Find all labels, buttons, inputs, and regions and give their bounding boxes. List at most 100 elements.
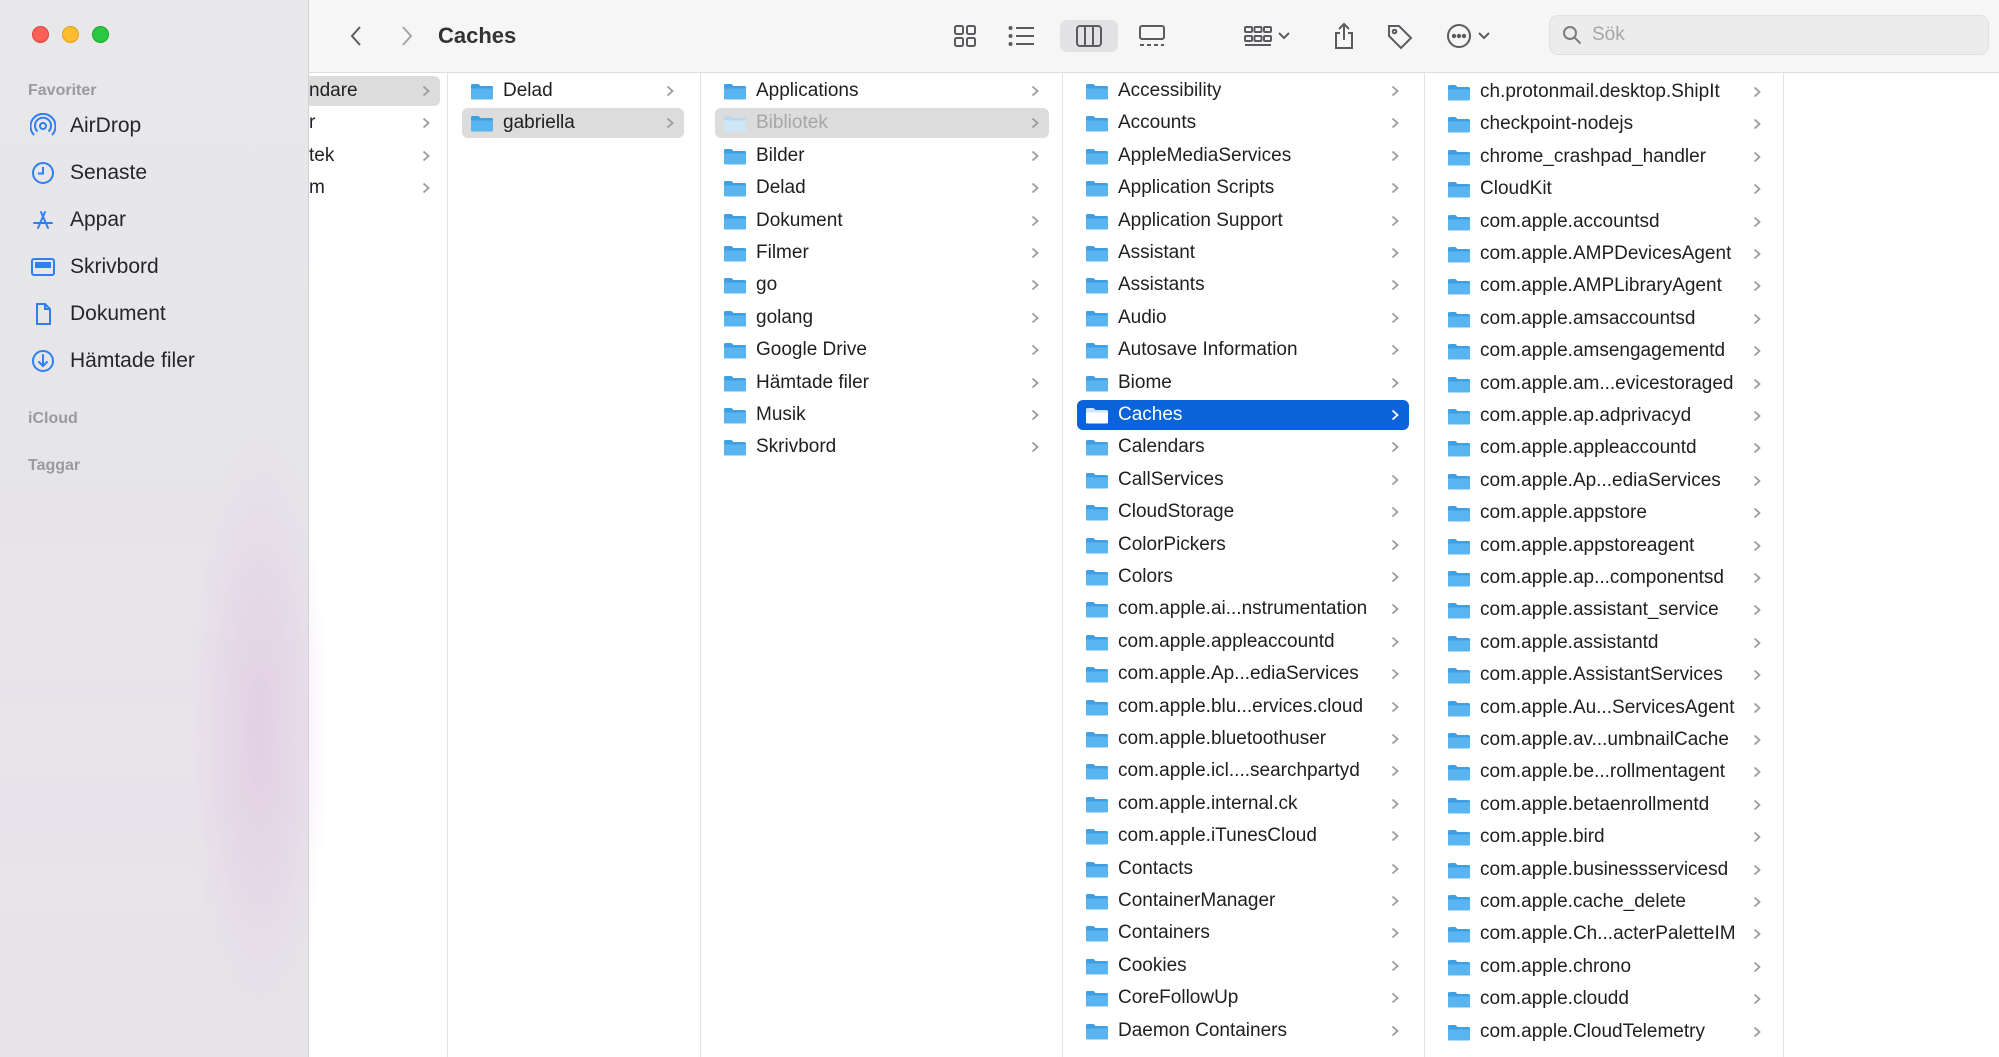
list-view-button[interactable] [1002,20,1042,52]
list-item[interactable]: Musik [715,400,1049,430]
list-item[interactable]: Bilder [715,141,1049,171]
list-item[interactable]: com.apple.Ap...ediaServices [1439,466,1771,496]
minimize-button[interactable] [62,26,79,43]
list-item[interactable]: tek [309,141,440,171]
sidebar-item-airdrop[interactable]: AirDrop [30,108,141,144]
list-item[interactable]: CoreFollowUp [1077,983,1409,1013]
list-item[interactable]: com.apple.amsengagementd [1439,336,1771,366]
list-item[interactable]: ColorPickers [1077,530,1409,560]
icloud-header[interactable]: iCloud [28,410,78,428]
list-item[interactable]: AppleMediaServices [1077,141,1409,171]
list-item[interactable]: Cookies [1077,951,1409,981]
list-item[interactable]: com.apple.chrono [1439,952,1771,982]
list-item[interactable]: com.apple.be...rollmentagent [1439,757,1771,787]
list-item[interactable]: ch.protonmail.desktop.ShipIt [1439,77,1771,107]
list-item[interactable]: Application Scripts [1077,173,1409,203]
list-item[interactable]: Applications [715,76,1049,106]
column-2[interactable]: Delad gabriella [448,73,701,1057]
list-item[interactable]: com.apple.internal.ck [1077,789,1409,819]
list-item[interactable]: com.apple.av...umbnailCache [1439,725,1771,755]
column-3[interactable]: Applications Bibliotek Bilder Delad Dokument… [701,73,1063,1057]
list-item[interactable]: m [309,173,440,203]
list-item[interactable]: CloudStorage [1077,497,1409,527]
sidebar-item-senaste[interactable]: Senaste [30,155,147,191]
list-item[interactable]: Contacts [1077,854,1409,884]
list-item[interactable]: com.apple.Au...ServicesAgent [1439,693,1771,723]
list-item[interactable]: com.apple.cloudd [1439,984,1771,1014]
tag-button[interactable] [1382,20,1418,52]
list-item[interactable]: Accounts [1077,108,1409,138]
list-item[interactable]: com.apple.appleaccountd [1077,627,1409,657]
list-item[interactable]: Accessibility [1077,76,1409,106]
search-field[interactable] [1549,15,1989,55]
list-item[interactable]: com.apple.accountsd [1439,207,1771,237]
column-view-button[interactable] [1060,20,1118,52]
list-item[interactable]: go [715,270,1049,300]
list-item[interactable]: com.apple.ap.adprivacyd [1439,401,1771,431]
list-item[interactable]: Colors [1077,562,1409,592]
tags-header[interactable]: Taggar [28,457,80,475]
list-item[interactable]: Biome [1077,368,1409,398]
more-actions-button[interactable] [1440,20,1496,52]
gallery-view-button[interactable] [1131,20,1173,52]
list-item[interactable]: com.apple.am...evicestoraged [1439,369,1771,399]
list-item[interactable]: com.apple.assistantd [1439,628,1771,658]
list-item[interactable]: com.apple.bluetoothuser [1077,724,1409,754]
share-button[interactable] [1326,20,1362,52]
list-item[interactable]: Assistant [1077,238,1409,268]
list-item[interactable]: Bibliotek [715,108,1049,139]
list-item[interactable]: com.apple.businessservicesd [1439,855,1771,885]
list-item[interactable]: chrome_crashpad_handler [1439,142,1771,172]
list-item[interactable]: gabriella [462,108,684,139]
list-item[interactable]: com.apple.icl....searchpartyd [1077,756,1409,786]
list-item[interactable]: golang [715,303,1049,333]
list-item[interactable]: com.apple.Ap...ediaServices [1077,659,1409,689]
close-button[interactable] [32,26,49,43]
list-item[interactable]: Delad [715,173,1049,203]
list-item[interactable]: ContainerManager [1077,886,1409,916]
list-item[interactable]: com.apple.amsaccountsd [1439,304,1771,334]
search-input[interactable] [1592,24,1972,46]
list-item[interactable]: com.apple.bird [1439,822,1771,852]
list-item[interactable]: Audio [1077,303,1409,333]
list-item[interactable]: checkpoint-nodejs [1439,109,1771,139]
list-item[interactable]: com.apple.AMPLibraryAgent [1439,271,1771,301]
group-button[interactable] [1237,20,1297,52]
list-item[interactable]: Application Support [1077,206,1409,236]
list-item[interactable]: Google Drive [715,335,1049,365]
list-item[interactable]: com.apple.appstoreagent [1439,531,1771,561]
list-item[interactable]: com.apple.appstore [1439,498,1771,528]
list-item[interactable]: com.apple.Ch...acterPaletteIM [1439,919,1771,949]
sidebar-item-dokument[interactable]: Dokument [30,296,166,332]
column-1[interactable]: ndare r tek m [309,73,448,1057]
sidebar-item-hamtade-filer[interactable]: Hämtade filer [30,343,195,379]
list-item[interactable]: com.apple.ai...nstrumentation [1077,594,1409,624]
icon-view-button[interactable] [945,20,985,52]
forward-button[interactable] [392,20,422,52]
list-item[interactable]: com.apple.assistant_service [1439,595,1771,625]
list-item[interactable]: Hämtade filer [715,368,1049,398]
list-item[interactable]: com.apple.CloudTelemetry [1439,1017,1771,1047]
column-5[interactable]: ch.protonmail.desktop ch.protonmail.deskt… [1425,73,1784,1057]
list-item[interactable]: CallServices [1077,465,1409,495]
list-item[interactable]: com.apple.cache_delete [1439,887,1771,917]
list-item[interactable]: Calendars [1077,432,1409,462]
zoom-button[interactable] [92,26,109,43]
list-item[interactable]: com.apple.iTunesCloud [1077,821,1409,851]
list-item[interactable]: com.apple.AssistantServices [1439,660,1771,690]
list-item[interactable]: com.apple.AMPDevicesAgent [1439,239,1771,269]
list-item[interactable]: Dokument [715,206,1049,236]
sidebar-item-appar[interactable]: Appar [30,202,126,238]
column-4[interactable]: Accessibility Accounts AppleMediaServices A… [1063,73,1425,1057]
list-item[interactable]: Containers [1077,918,1409,948]
list-item[interactable]: com.apple.appleaccountd [1439,433,1771,463]
list-item[interactable]: CloudKit [1439,174,1771,204]
list-item[interactable]: Autosave Information [1077,335,1409,365]
list-item[interactable]: com.apple.betaenrollmentd [1439,790,1771,820]
list-item[interactable]: ndare [309,76,440,106]
list-item[interactable]: Skrivbord [715,432,1049,462]
sidebar-item-skrivbord[interactable]: Skrivbord [30,249,159,285]
back-button[interactable] [341,20,371,52]
list-item[interactable]: r [309,108,440,138]
list-item[interactable]: Delad [462,76,684,106]
